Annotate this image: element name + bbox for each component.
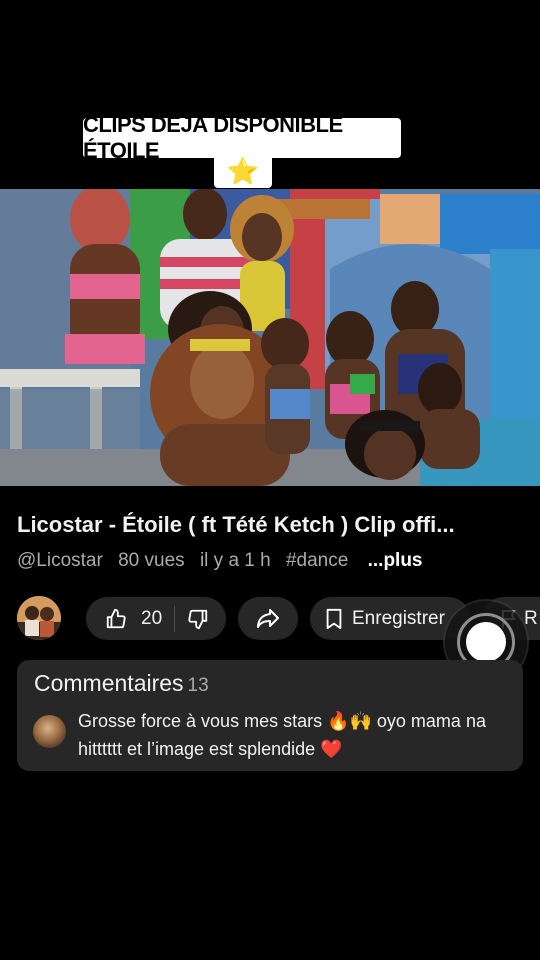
like-count: 20: [141, 607, 163, 629]
video-title[interactable]: Licostar - Étoile ( ft Tété Ketch ) Clip…: [17, 512, 523, 538]
more-link[interactable]: ...plus: [368, 550, 423, 571]
divider: [174, 605, 176, 632]
report-label: R: [524, 607, 538, 629]
upload-time: il y a 1 h: [199, 550, 271, 571]
star-emoji: ⭐: [214, 154, 272, 188]
thumbs-up-icon: [105, 608, 127, 630]
comments-title: Commentaires: [34, 670, 184, 696]
like-dislike-group: 20: [86, 597, 226, 640]
channel-handle[interactable]: @Licostar: [17, 550, 103, 571]
video-thumbnail: [0, 189, 540, 486]
video-meta: @Licostar 80 vues il y a 1 h #dance ...p…: [17, 550, 433, 572]
view-count: 80 vues: [118, 550, 185, 571]
share-icon: [256, 608, 280, 630]
save-label: Enregistrer: [352, 607, 445, 629]
share-button[interactable]: [238, 597, 298, 640]
avatar-image: [17, 596, 61, 640]
comments-count: 13: [187, 675, 209, 696]
like-button[interactable]: 20: [86, 608, 162, 630]
clip-banner: CLIPS DÉJÀ DISPONIBLE ÉTOILE: [83, 112, 401, 163]
video-player[interactable]: [0, 189, 540, 486]
dislike-button[interactable]: [187, 608, 209, 630]
bookmark-icon: [324, 608, 344, 630]
channel-avatar[interactable]: [17, 596, 61, 640]
first-comment: Grosse force à vous mes stars 🔥🙌 oyo mam…: [78, 711, 486, 759]
commenter-avatar[interactable]: [33, 715, 66, 748]
comments-panel[interactable]: Commentaires 13 Grosse force à vous mes s…: [17, 660, 523, 771]
record-dot-icon: [466, 622, 506, 662]
comments-header: Commentaires 13: [34, 670, 209, 697]
thumbs-down-icon: [187, 608, 209, 630]
hashtag-link[interactable]: #dance: [286, 550, 348, 571]
